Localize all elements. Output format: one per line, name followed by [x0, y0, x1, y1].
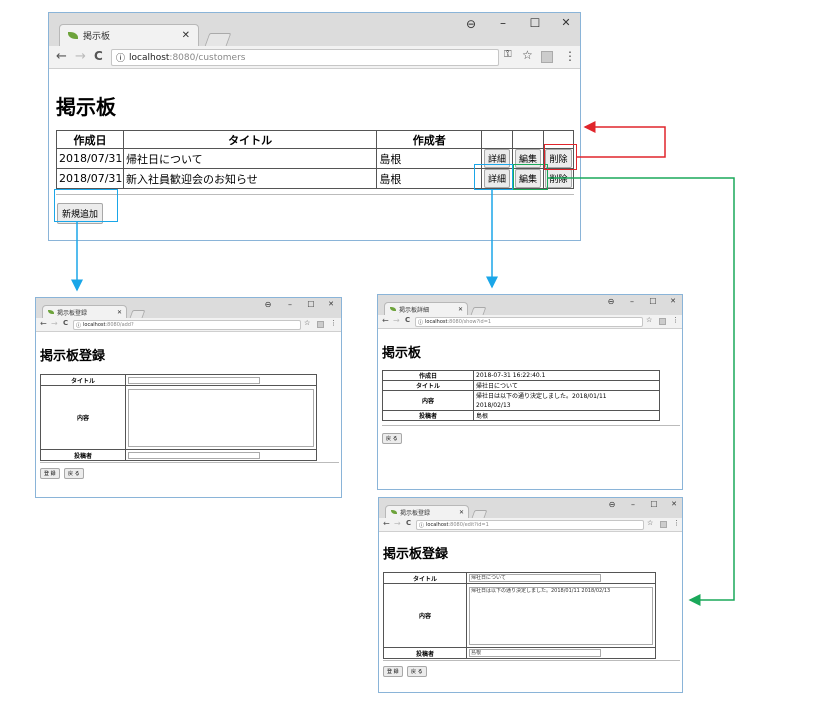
flow-arrows — [71, 121, 735, 606]
arrow-edit — [548, 177, 735, 606]
arrow-delete-loop — [577, 121, 666, 158]
